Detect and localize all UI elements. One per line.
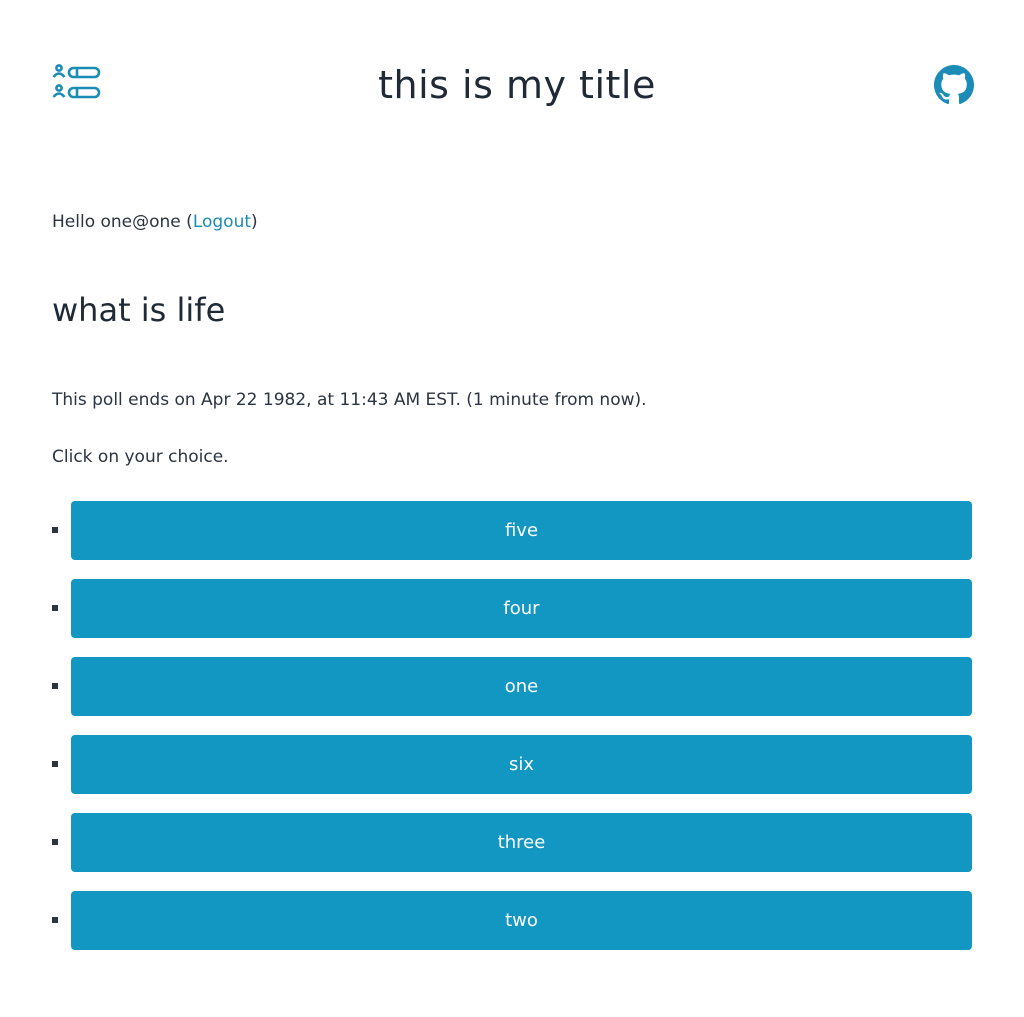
page-header: this is my title [0,0,1024,170]
greeting: Hello one@one (Logout) [52,210,258,234]
site-title: this is my title [378,63,656,107]
choice-item: two [52,891,972,950]
choice-item: one [52,657,972,716]
choice-item: four [52,579,972,638]
choice-button-one[interactable]: one [71,657,972,716]
greeting-suffix: ) [251,212,258,232]
choice-button-six[interactable]: six [71,735,972,794]
choice-button-five[interactable]: five [71,501,972,560]
bullet-icon [52,761,58,767]
bullet-icon [52,605,58,611]
bullet-icon [52,527,58,533]
choice-item: six [52,735,972,794]
choice-button-two[interactable]: two [71,891,972,950]
greeting-prefix: Hello one@one ( [52,212,193,232]
bullet-icon [52,917,58,923]
choice-list: five four one six three two [52,501,972,969]
choice-button-three[interactable]: three [71,813,972,872]
github-icon[interactable] [934,65,974,105]
bullet-icon [52,683,58,689]
bullet-icon [52,839,58,845]
choice-item: five [52,501,972,560]
poll-instruction: Click on your choice. [52,447,229,467]
poll-title: what is life [52,291,226,329]
choice-button-four[interactable]: four [71,579,972,638]
choice-item: three [52,813,972,872]
logout-link[interactable]: Logout [193,212,251,232]
poll-end-notice: This poll ends on Apr 22 1982, at 11:43 … [52,390,647,410]
